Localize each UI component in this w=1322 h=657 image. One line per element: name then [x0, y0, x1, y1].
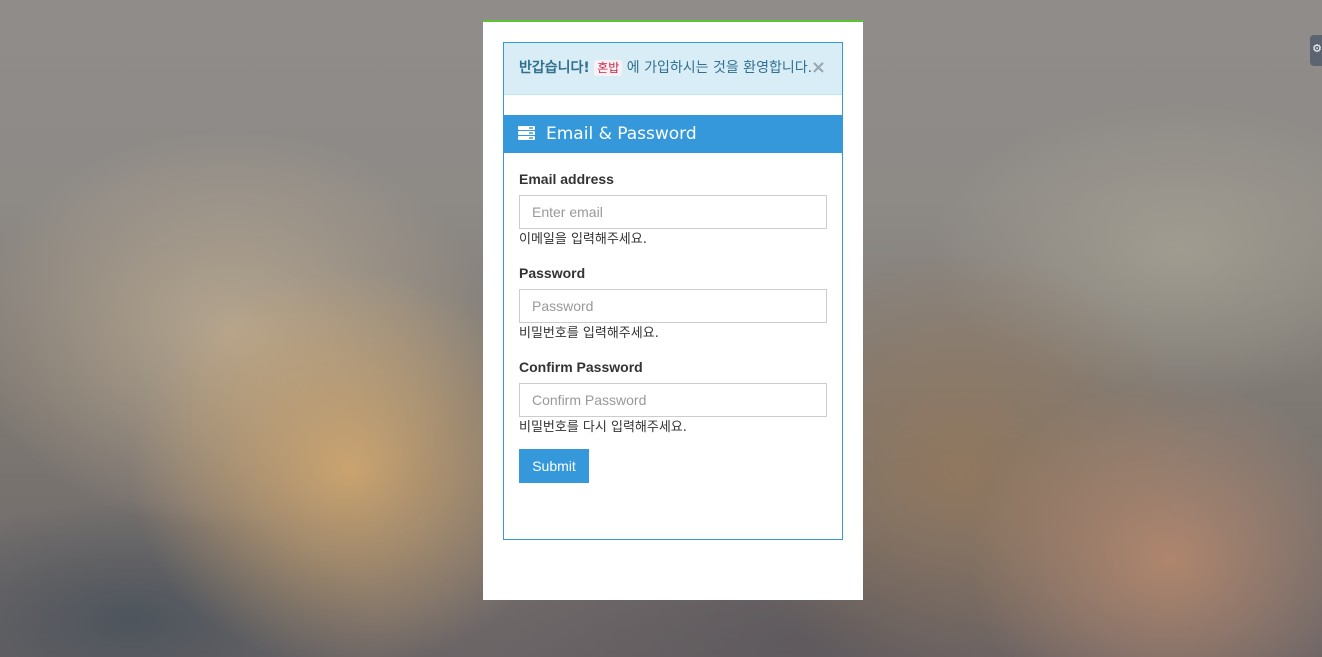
confirm-password-input[interactable]: [519, 383, 827, 417]
alert-greeting: 반갑습니다!: [519, 60, 590, 76]
welcome-alert: 반갑습니다! 혼밥 에 가입하시는 것을 환영합니다. ×: [504, 43, 842, 95]
panel-title: Email & Password: [546, 124, 697, 144]
alert-message: 에 가입하시는 것을 환영합니다.: [622, 60, 813, 76]
password-help-text: 비밀번호를 입력해주세요.: [519, 326, 659, 341]
confirm-password-label: Confirm Password: [519, 359, 643, 375]
submit-button[interactable]: Submit: [519, 449, 589, 483]
email-label: Email address: [519, 171, 614, 187]
confirm-password-group: Confirm Password 비밀번호를 다시 입력해주세요.: [519, 357, 827, 451]
settings-side-tab[interactable]: ⚙: [1310, 35, 1322, 66]
app-name-badge: 혼밥: [594, 60, 623, 76]
signup-card: 반갑습니다! 혼밥 에 가입하시는 것을 환영합니다. × Email & Pa…: [483, 20, 863, 600]
panel-heading: Email & Password: [504, 115, 842, 153]
email-help-text: 이메일을 입력해주세요.: [519, 232, 647, 247]
password-group: Password 비밀번호를 입력해주세요.: [519, 263, 827, 357]
confirm-password-help-text: 비밀번호를 다시 입력해주세요.: [519, 420, 687, 435]
signup-panel: 반갑습니다! 혼밥 에 가입하시는 것을 환영합니다. × Email & Pa…: [503, 42, 843, 540]
password-label: Password: [519, 265, 586, 281]
server-icon: [518, 126, 535, 140]
gear-icon: ⚙: [1312, 43, 1322, 55]
email-group: Email address 이메일을 입력해주세요.: [519, 169, 827, 263]
close-alert-button[interactable]: ×: [811, 43, 826, 93]
password-input[interactable]: [519, 289, 827, 323]
email-input[interactable]: [519, 195, 827, 229]
signup-form: Email address 이메일을 입력해주세요. Password 비밀번호…: [519, 169, 827, 451]
